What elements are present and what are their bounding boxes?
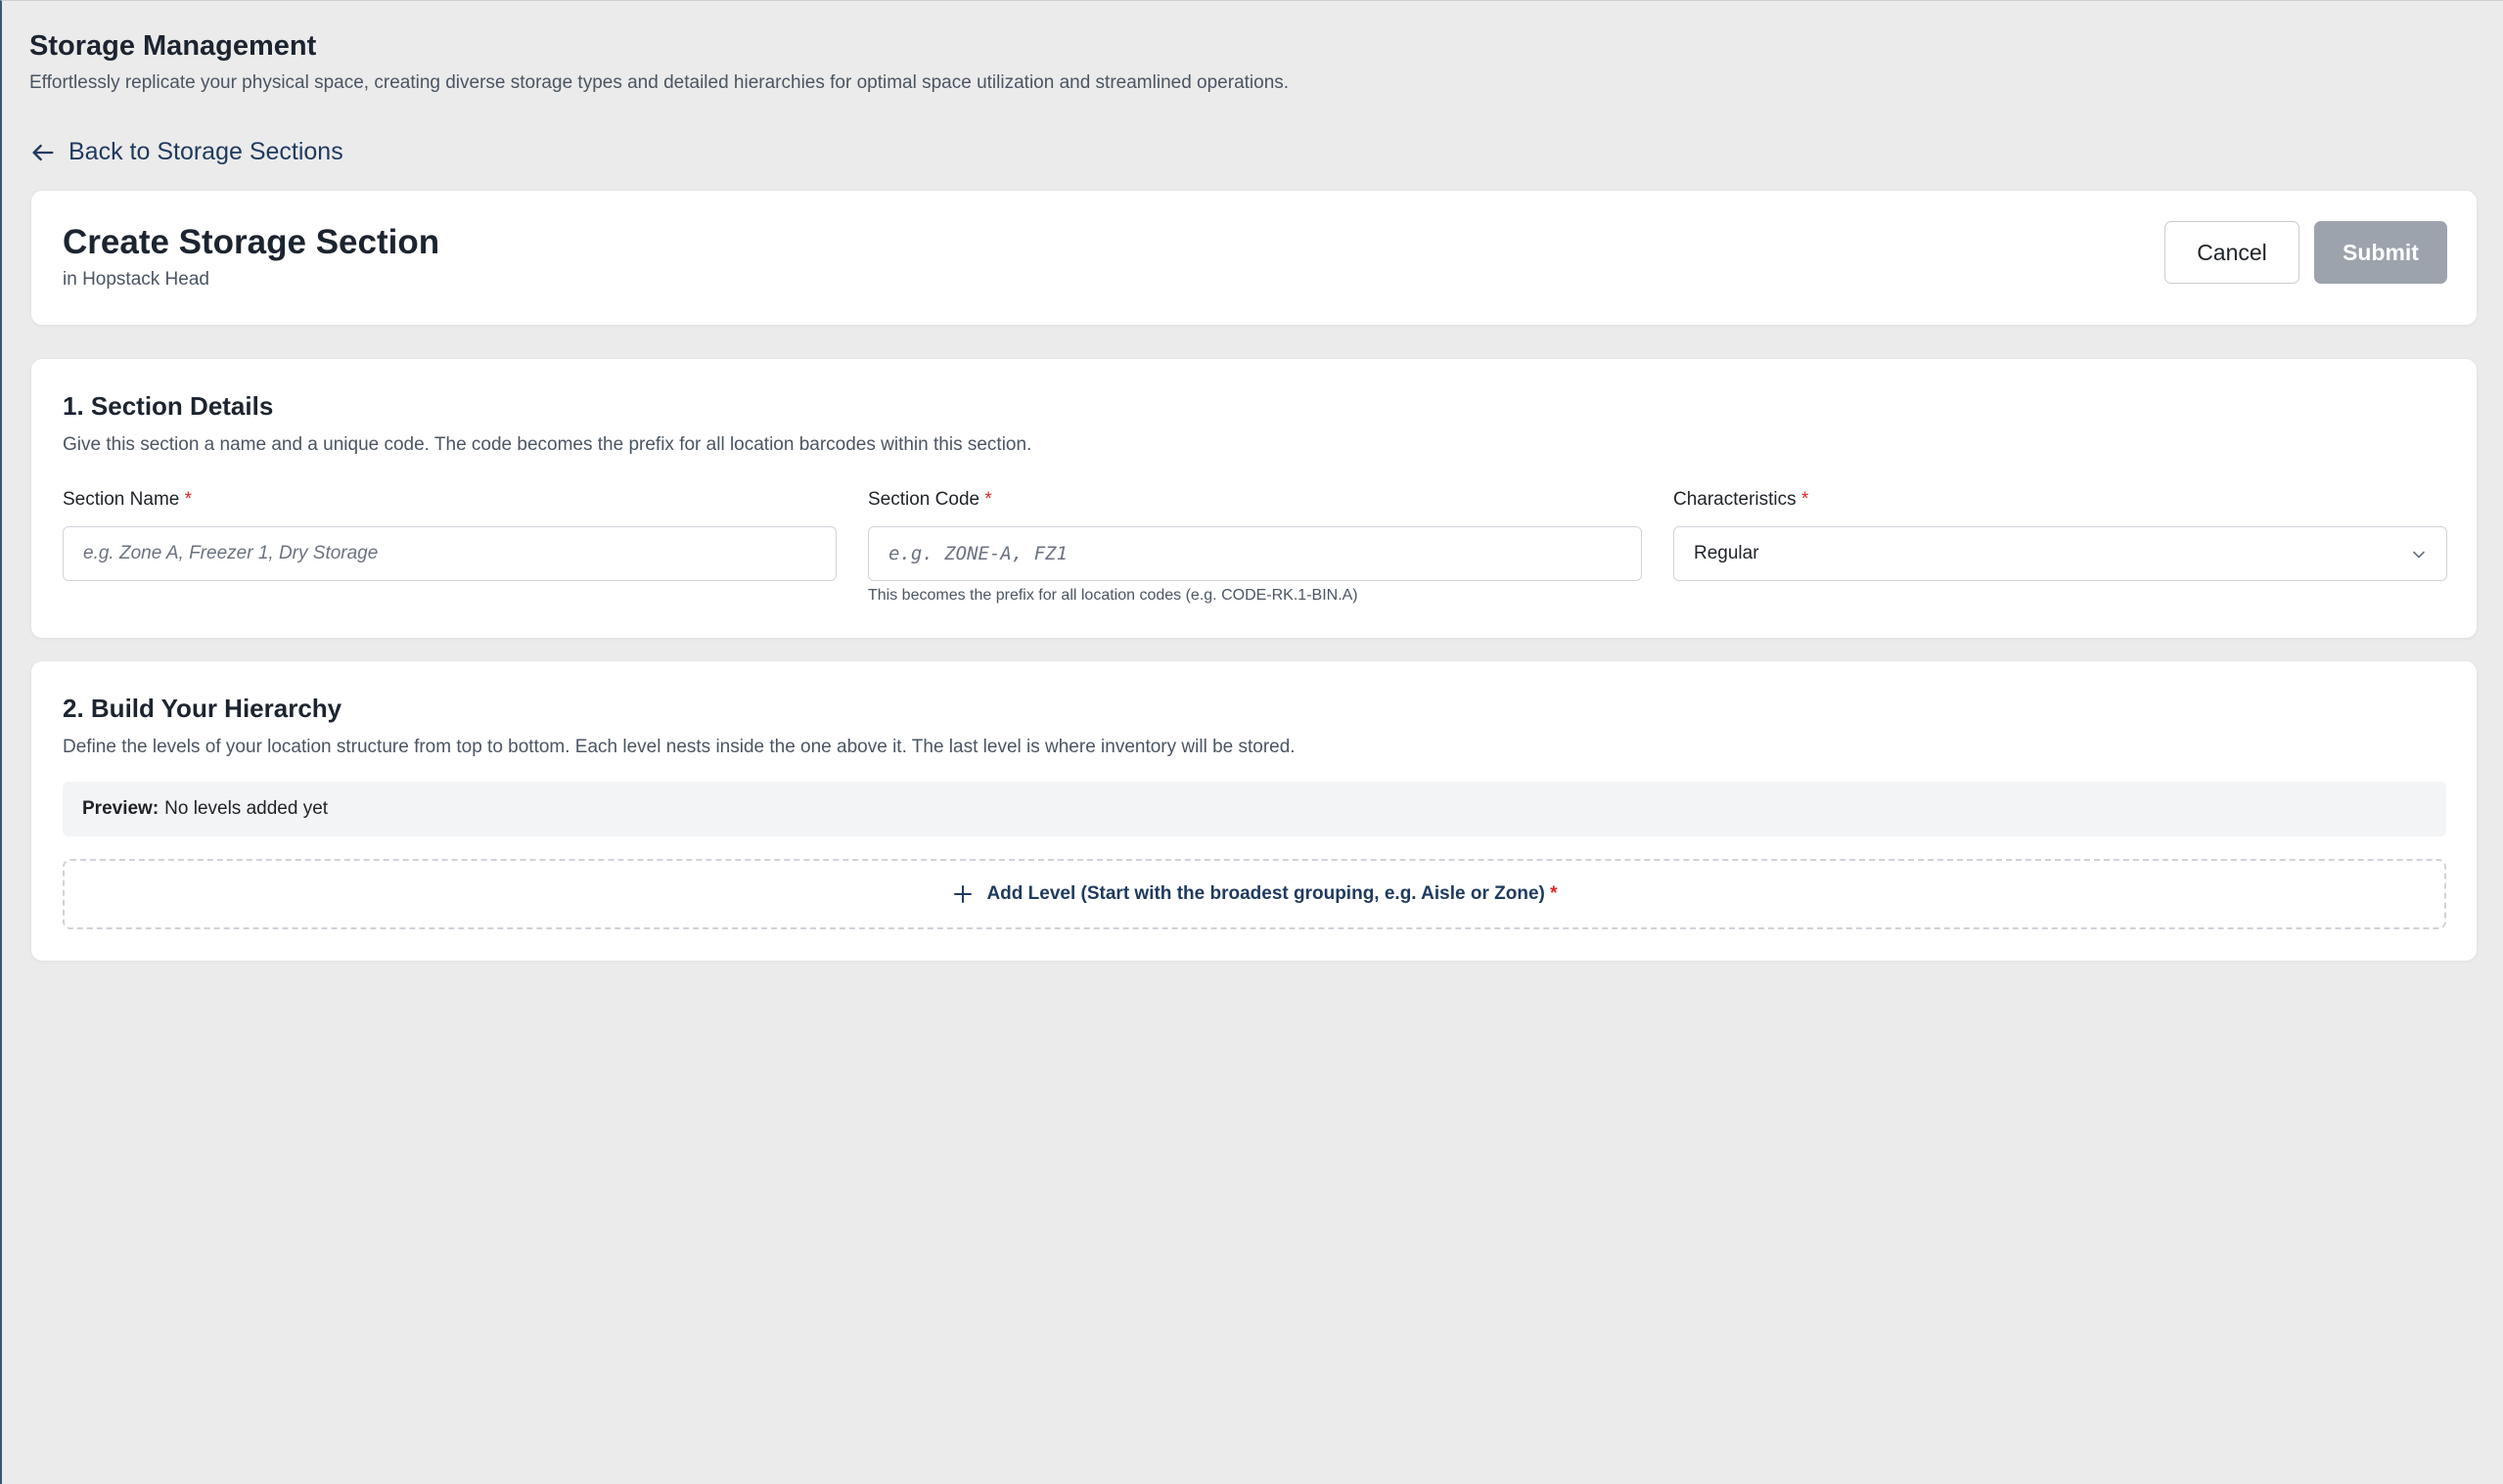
chevron-down-icon <box>2413 551 2425 559</box>
add-level-label: Add Level (Start with the broadest group… <box>986 883 1557 905</box>
section-name-input[interactable]: e.g. Zone A, Freezer 1, Dry Storage <box>63 526 837 581</box>
section-code-hint: This becomes the prefix for all location… <box>868 587 1358 604</box>
page-header: Storage Management Effortlessly replicat… <box>29 28 1289 95</box>
section-code-placeholder: e.g. ZONE-A, FZ1 <box>888 543 1069 564</box>
hierarchy-description: Define the levels of your location struc… <box>63 737 1296 757</box>
section-details-heading: 1. Section Details <box>63 391 274 421</box>
add-level-label-text: Add Level (Start with the broadest group… <box>986 883 1545 904</box>
add-level-button[interactable]: Add Level (Start with the broadest group… <box>63 859 2446 929</box>
section-code-label: Section Code * <box>868 488 992 512</box>
preview-label: Preview: <box>82 798 159 819</box>
page-title: Storage Management <box>29 30 317 62</box>
hierarchy-preview: Preview: No levels added yet <box>63 782 2446 836</box>
required-mark: * <box>1550 883 1558 904</box>
preview-value: No levels added yet <box>164 798 329 819</box>
required-mark: * <box>1800 489 1809 510</box>
form-location: in Hopstack Head <box>63 269 209 290</box>
required-mark: * <box>984 489 992 510</box>
app-root: Storage Management Effortlessly replicat… <box>0 0 2503 1484</box>
characteristics-selected-value: Regular <box>1694 543 1759 563</box>
section-name-label: Section Name * <box>63 488 192 512</box>
characteristics-select[interactable]: Regular <box>1673 526 2447 581</box>
section-details-description: Give this section a name and a unique co… <box>63 434 1032 455</box>
hierarchy-card: 2. Build Your Hierarchy Define the level… <box>30 660 2478 962</box>
back-to-sections-link[interactable]: Back to Storage Sections <box>29 138 343 166</box>
page-subtitle: Effortlessly replicate your physical spa… <box>29 72 1290 93</box>
characteristics-label: Characteristics * <box>1673 488 1808 512</box>
section-code-label-text: Section Code <box>868 489 980 510</box>
submit-button[interactable]: Submit <box>2314 221 2447 284</box>
section-code-input[interactable]: e.g. ZONE-A, FZ1 <box>868 526 1642 581</box>
cancel-button[interactable]: Cancel <box>2164 221 2299 284</box>
plus-icon <box>954 885 973 903</box>
characteristics-label-text: Characteristics <box>1673 489 1797 510</box>
form-header-card: Create Storage Section in Hopstack Head … <box>30 190 2478 326</box>
section-name-placeholder: e.g. Zone A, Freezer 1, Dry Storage <box>83 543 379 563</box>
form-title: Create Storage Section <box>63 223 440 261</box>
arrow-left-icon <box>32 144 54 160</box>
section-name-label-text: Section Name <box>63 489 180 510</box>
required-mark: * <box>184 489 193 510</box>
section-details-card: 1. Section Details Give this section a n… <box>30 358 2478 639</box>
hierarchy-heading: 2. Build Your Hierarchy <box>63 694 342 723</box>
back-link-label: Back to Storage Sections <box>68 138 343 165</box>
